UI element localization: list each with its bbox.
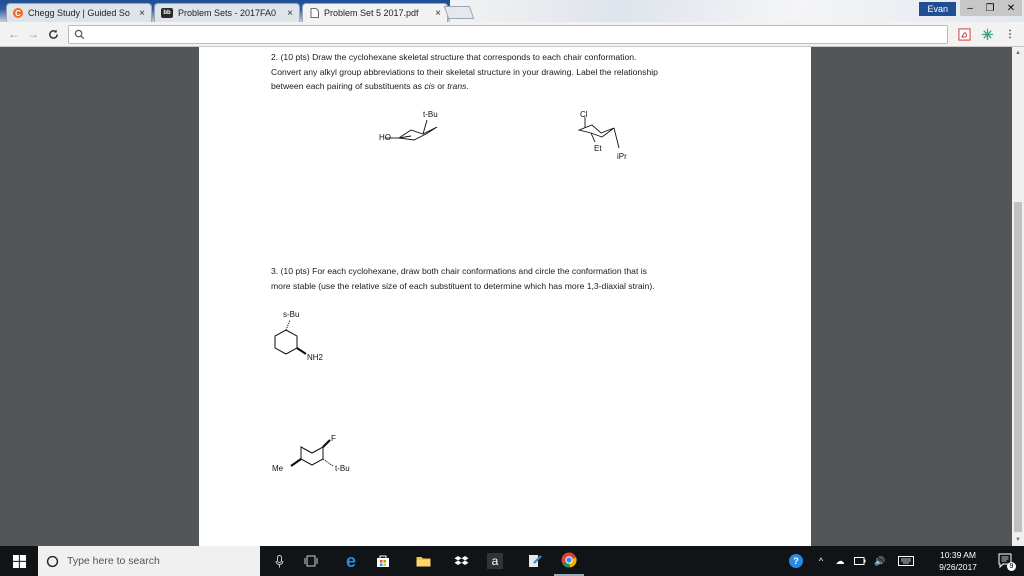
keyboard-icon[interactable] (894, 546, 918, 576)
start-button[interactable] (0, 546, 38, 576)
task-view-icon[interactable] (296, 546, 326, 576)
molecule-2-mid-label: Et (594, 144, 602, 153)
pdf-page: 2. (10 pts) Draw the cyclohexane skeleta… (199, 47, 811, 546)
address-bar[interactable] (68, 25, 948, 44)
molecule-1-chair (385, 119, 438, 141)
molecule-2-top-label: Cl (580, 110, 588, 119)
dropbox-icon[interactable] (446, 546, 476, 576)
close-tab-icon[interactable]: × (287, 8, 293, 19)
question-3-line-2: more stable (use the relative size of ea… (271, 280, 655, 291)
pdf-viewer: 2. (10 pts) Draw the cyclohexane skeleta… (0, 47, 1012, 546)
notification-count: 9 (1007, 562, 1016, 571)
new-tab-button[interactable] (443, 6, 475, 19)
tab-label: Problem Set 5 2017.pdf (324, 8, 419, 18)
search-placeholder: Type here to search (67, 555, 160, 567)
windows-icon (12, 554, 26, 568)
tab-label: Problem Sets - 2017FA0 (178, 8, 277, 18)
question-3: 3. (10 pts) For each cyclohexane, draw b… (271, 264, 741, 293)
tab-problem-sets[interactable]: bb Problem Sets - 2017FA0 × (154, 3, 300, 22)
clock-time: 10:39 AM (940, 550, 976, 560)
close-tab-icon[interactable]: × (139, 8, 145, 19)
molecule-1-left-label: HO (379, 133, 391, 142)
windows-taskbar: Type here to search e a ? ^ ☁ 🔊 10:39 AM… (0, 546, 1024, 576)
battery-icon[interactable] (852, 546, 868, 576)
store-icon[interactable] (368, 546, 398, 576)
back-icon[interactable]: ← (6, 26, 22, 42)
tab-label: Chegg Study | Guided So (28, 8, 130, 18)
tab-chegg[interactable]: C Chegg Study | Guided So × (6, 3, 152, 22)
molecule-4-left-label: Me (272, 464, 284, 473)
search-icon (74, 29, 85, 40)
vertical-scrollbar[interactable]: ▲ ▼ (1012, 47, 1024, 546)
scrollbar-thumb[interactable] (1014, 202, 1022, 532)
molecule-3-top-label: s-Bu (283, 310, 300, 319)
chegg-icon: C (13, 8, 23, 18)
action-center-icon[interactable]: 9 (996, 546, 1016, 576)
file-explorer-icon[interactable] (408, 546, 438, 576)
edge-icon[interactable]: e (336, 546, 366, 576)
close-tab-icon[interactable]: × (435, 8, 441, 19)
pdf-extension-icon[interactable] (956, 26, 972, 42)
cortana-icon (46, 555, 59, 567)
paint-icon[interactable] (520, 546, 550, 576)
molecule-4-right-label: t-Bu (335, 464, 350, 473)
clock[interactable]: 10:39 AM 9/26/2017 (928, 549, 988, 573)
browser-toolbar: ← → ⋮ (0, 22, 1024, 47)
blackboard-icon: bb (161, 8, 173, 18)
chrome-icon[interactable] (554, 546, 584, 576)
scroll-up-icon[interactable]: ▲ (1015, 50, 1021, 56)
molecule-1-top-label: t-Bu (423, 110, 438, 119)
scroll-down-icon[interactable]: ▼ (1015, 537, 1021, 543)
menu-icon[interactable]: ⋮ (1002, 26, 1018, 42)
show-hidden-icons[interactable]: ^ (814, 546, 828, 576)
molecule-4-top-label: F (331, 434, 336, 443)
amazon-icon[interactable]: a (480, 546, 510, 576)
microphone-icon[interactable] (264, 546, 294, 576)
taskbar-search-box[interactable]: Type here to search (38, 546, 260, 576)
molecule-3-right-label: NH2 (307, 353, 324, 362)
clock-date: 9/26/2017 (939, 562, 977, 572)
molecule-4-ring (290, 439, 334, 467)
molecule-2-bottom-label: iPr (617, 152, 627, 161)
reload-icon[interactable] (45, 26, 61, 42)
cloud-icon[interactable]: ☁ (832, 546, 848, 576)
user-profile-button[interactable]: Evan (919, 2, 956, 16)
tab-pdf[interactable]: Problem Set 5 2017.pdf × (302, 3, 448, 22)
doc-icon (309, 8, 319, 18)
help-icon[interactable]: ? (786, 546, 806, 576)
close-window-button[interactable]: ✕ (1000, 0, 1022, 16)
forward-icon[interactable]: → (25, 26, 41, 42)
minimize-button[interactable]: – (960, 0, 980, 16)
volume-icon[interactable]: 🔊 (872, 546, 888, 576)
molecule-drawings (274, 117, 620, 467)
extension-icon[interactable] (979, 26, 995, 42)
restore-button[interactable]: ❐ (980, 0, 1000, 16)
question-3-line-1: 3. (10 pts) For each cyclohexane, draw b… (271, 266, 647, 276)
browser-titlebar: C Chegg Study | Guided So × bb Problem S… (0, 0, 1024, 22)
molecule-3-ring (274, 319, 307, 355)
